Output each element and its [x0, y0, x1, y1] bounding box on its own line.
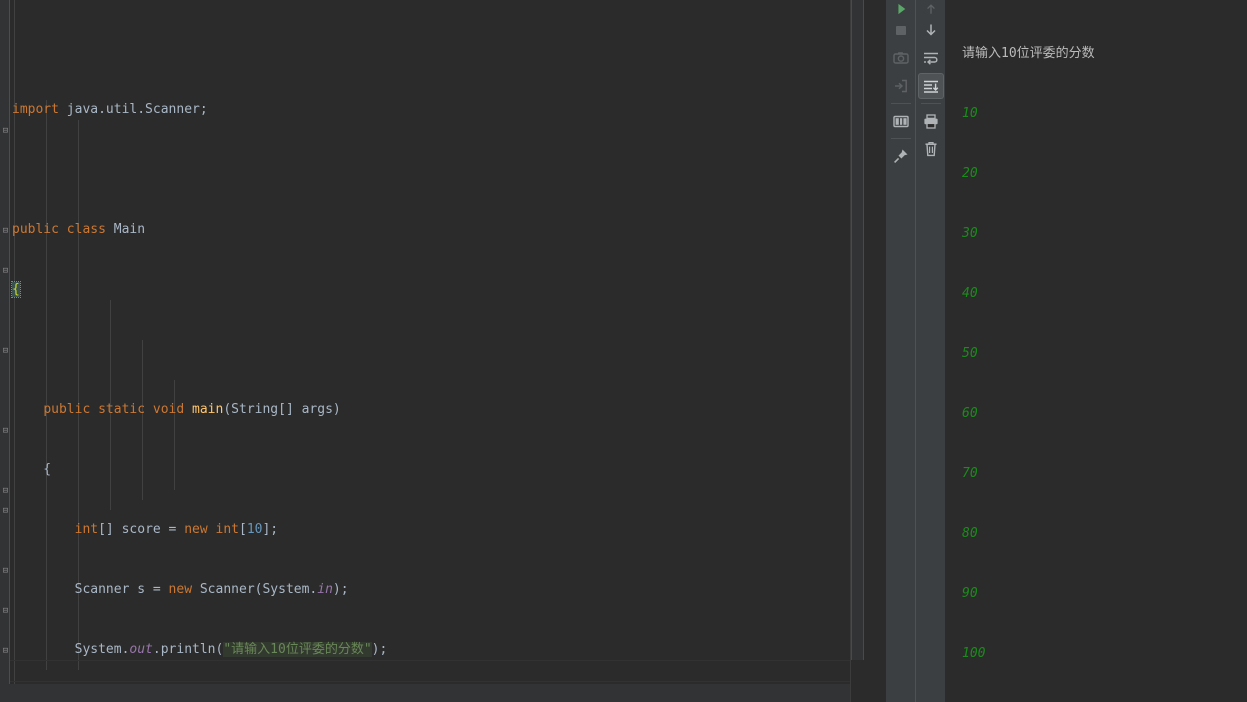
soft-wrap-icon[interactable] — [918, 45, 944, 71]
console-scrollbar[interactable] — [946, 0, 958, 702]
run-console-panel[interactable]: 请输入10位评委的分数 10 20 30 40 50 60 70 80 90 1… — [945, 0, 1247, 702]
scroll-to-end-icon[interactable] — [917, 73, 944, 99]
editor-vertical-scrollbar[interactable] — [850, 0, 885, 702]
console-output[interactable]: 请输入10位评委的分数 10 20 30 40 50 60 70 80 90 1… — [962, 4, 1247, 702]
toolbar-left-column — [886, 0, 915, 702]
toolbar-separator — [890, 103, 911, 104]
editor-gutter[interactable] — [0, 0, 10, 702]
console-line: 40 — [962, 286, 978, 301]
console-line: 80 — [962, 526, 978, 541]
code-line[interactable]: public static void main(String[] args) — [10, 400, 850, 420]
editor-horizontal-scrollbar[interactable] — [0, 684, 885, 702]
fold-marker[interactable] — [1, 487, 10, 496]
console-line: 70 — [962, 466, 978, 481]
console-line: 30 — [962, 226, 978, 241]
code-line[interactable]: { — [10, 280, 850, 300]
fold-marker[interactable] — [1, 227, 10, 236]
fold-marker[interactable] — [1, 647, 10, 656]
console-line: 10 — [962, 106, 978, 121]
fold-marker[interactable] — [1, 507, 10, 516]
code-line[interactable]: public class Main — [10, 220, 850, 240]
code-line[interactable]: import java.util.Scanner; — [10, 100, 850, 120]
console-line: 50 — [962, 346, 978, 361]
code-line[interactable]: System.out.println("请输入10位评委的分数"); — [10, 640, 850, 660]
layout-icon[interactable] — [888, 108, 914, 134]
fold-marker[interactable] — [1, 607, 10, 616]
fold-marker[interactable] — [1, 267, 10, 276]
fold-marker[interactable] — [1, 127, 10, 136]
toolbar-right-column — [915, 0, 945, 702]
code-line[interactable]: { — [10, 460, 850, 480]
arrow-down-icon[interactable] — [918, 17, 944, 43]
current-line-highlight-bottom — [10, 681, 850, 682]
fold-marker[interactable] — [1, 347, 10, 356]
stop-icon[interactable] — [888, 17, 914, 43]
run-tool-window-toolbar[interactable] — [885, 0, 945, 702]
arrow-up-icon[interactable] — [918, 1, 944, 15]
console-line: 20 — [962, 166, 978, 181]
code-editor-pane[interactable]: import java.util.Scanner; public class M… — [0, 0, 885, 702]
fold-marker[interactable] — [1, 567, 10, 576]
pin-icon[interactable] — [888, 143, 914, 169]
ide-window: import java.util.Scanner; public class M… — [0, 0, 1247, 702]
toolbar-separator — [890, 138, 911, 139]
export-icon[interactable] — [888, 73, 914, 99]
fold-marker[interactable] — [1, 427, 10, 436]
camera-icon[interactable] — [888, 45, 914, 71]
code-line[interactable]: Scanner s = new Scanner(System.in); — [10, 580, 850, 600]
toolbar-separator — [920, 103, 941, 104]
code-text[interactable]: import java.util.Scanner; public class M… — [10, 0, 850, 702]
console-line: 100 — [962, 646, 986, 661]
console-line: 请输入10位评委的分数 — [962, 46, 1095, 61]
code-line[interactable]: int[] score = new int[10]; — [10, 520, 850, 540]
trash-icon[interactable] — [918, 136, 944, 162]
console-line: 60 — [962, 406, 978, 421]
scrollbar-thumb[interactable] — [851, 0, 864, 660]
print-icon[interactable] — [918, 108, 944, 134]
current-line-highlight-top — [10, 660, 850, 661]
code-line[interactable] — [10, 40, 850, 60]
rerun-icon[interactable] — [888, 1, 914, 15]
console-line: 90 — [962, 586, 978, 601]
code-line[interactable] — [10, 160, 850, 180]
code-line[interactable] — [10, 340, 850, 360]
